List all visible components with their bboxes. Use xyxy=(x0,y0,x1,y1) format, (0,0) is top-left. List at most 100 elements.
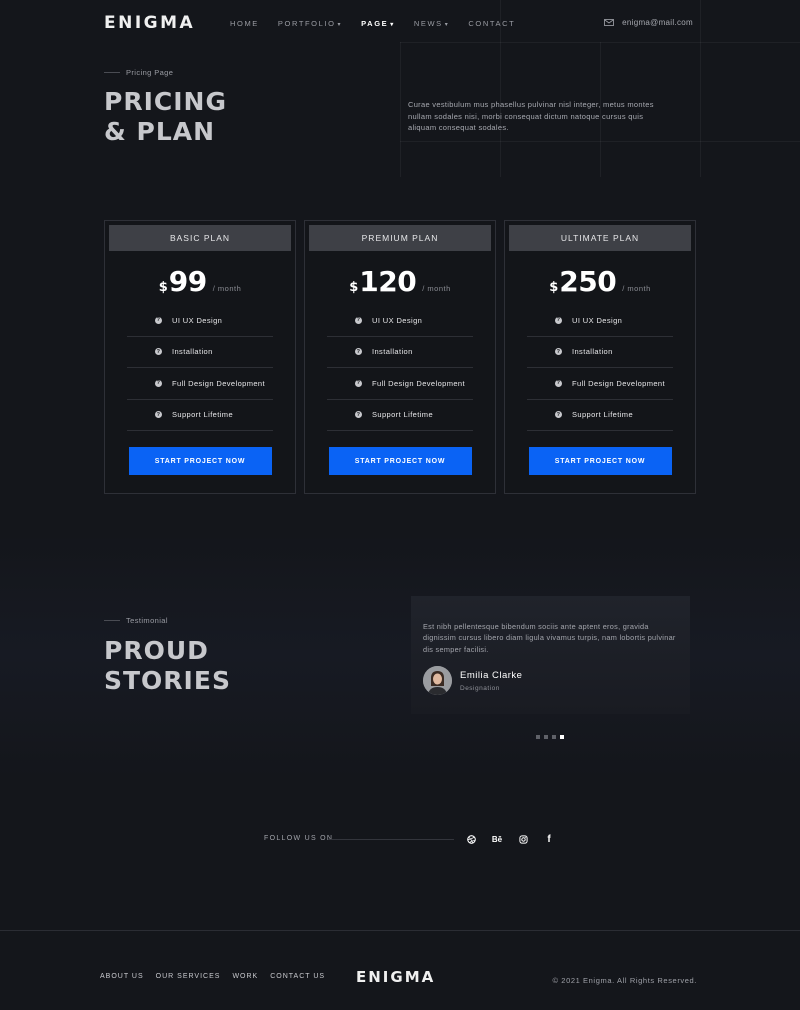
price-period: / month xyxy=(622,284,651,293)
slider-dot-active[interactable] xyxy=(560,735,564,739)
plan-name: BASIC PLAN xyxy=(109,225,291,251)
feature-item: ? Support Lifetime xyxy=(127,400,273,431)
copyright-text: © 2021 Enigma. All Rights Reserved. xyxy=(552,976,697,985)
slider-dot[interactable] xyxy=(536,735,540,739)
site-logo[interactable]: ENIGMA xyxy=(104,13,195,33)
grid-line xyxy=(700,0,701,177)
footer-logo[interactable]: ENIGMA xyxy=(356,968,435,986)
mail-icon xyxy=(604,19,615,26)
question-icon: ? xyxy=(555,379,562,387)
follow-label: FOLLOW US ON xyxy=(264,835,334,842)
feature-item: ? UI UX Design xyxy=(127,305,273,337)
behance-icon[interactable]: Bē xyxy=(490,832,504,846)
grid-line xyxy=(400,42,800,43)
slider-pagination xyxy=(536,735,564,739)
feature-item: ? UI UX Design xyxy=(327,305,473,337)
hero-description: Curae vestibulum mus phasellus pulvinar … xyxy=(408,100,654,132)
question-icon: ? xyxy=(155,379,162,387)
testimonial-card: Est nibh pellentesque bibendum sociis an… xyxy=(411,596,690,714)
price-currency: $ xyxy=(158,280,168,295)
start-project-button[interactable]: START PROJECT NOW xyxy=(128,447,272,475)
header-email-link[interactable]: enigma@mail.com xyxy=(604,18,693,27)
footer-link-work[interactable]: WORK xyxy=(232,973,258,980)
plan-price: $ 120 / month xyxy=(305,265,495,298)
question-icon: ? xyxy=(355,411,362,419)
start-project-button[interactable]: START PROJECT NOW xyxy=(328,447,472,475)
testimonial-role: Designation xyxy=(460,685,500,692)
eyebrow-dash xyxy=(104,620,120,621)
pricing-card-ultimate: ULTIMATE PLAN $ 250 / month ? UI UX Desig… xyxy=(504,220,696,494)
hero-eyebrow-text: Pricing Page xyxy=(126,68,174,77)
footer-divider xyxy=(0,930,800,931)
chevron-down-icon: ▾ xyxy=(390,22,395,28)
chevron-down-icon: ▾ xyxy=(337,22,343,28)
feature-list: ? UI UX Design ? Installation ? Full Design… xyxy=(527,305,673,431)
eyebrow-dash xyxy=(104,72,120,73)
question-icon: ? xyxy=(155,348,162,356)
grid-line xyxy=(400,141,800,142)
feature-item: ? Installation xyxy=(127,337,273,368)
pricing-card-basic: BASIC PLAN $ 99 / month ? UI UX Design ? I… xyxy=(104,220,296,494)
price-amount: 120 xyxy=(359,265,417,298)
question-icon: ? xyxy=(555,316,562,324)
chevron-down-icon: ▾ xyxy=(444,22,450,28)
footer-link-services[interactable]: OUR SERVICES xyxy=(156,973,221,980)
feature-item: ? Support Lifetime xyxy=(327,400,473,431)
nav-home[interactable]: HOME xyxy=(230,19,259,28)
price-period: / month xyxy=(422,284,451,293)
question-icon: ? xyxy=(355,348,362,356)
testimonial-eyebrow-text: Testimonial xyxy=(126,616,168,625)
question-icon: ? xyxy=(355,379,362,387)
feature-item: ? Installation xyxy=(527,337,673,368)
nav-portfolio[interactable]: PORTFOLIO ▾ xyxy=(278,19,342,28)
pricing-card-premium: PREMIUM PLAN $ 120 / month ? UI UX Design… xyxy=(304,220,496,494)
feature-list: ? UI UX Design ? Installation ? Full Design… xyxy=(327,305,473,431)
nav-contact[interactable]: CONTACT xyxy=(468,19,515,28)
testimonial-quote: Est nibh pellentesque bibendum sociis an… xyxy=(423,622,676,654)
dribbble-icon[interactable] xyxy=(464,832,478,846)
header-email-text: enigma@mail.com xyxy=(622,18,693,27)
footer-nav: ABOUT US OUR SERVICES WORK CONTACT US xyxy=(100,973,337,980)
feature-list: ? UI UX Design ? Installation ? Full Design… xyxy=(127,305,273,431)
price-amount: 99 xyxy=(168,265,207,298)
feature-item: ? Support Lifetime xyxy=(527,400,673,431)
question-icon: ? xyxy=(155,411,162,419)
price-amount: 250 xyxy=(559,265,617,298)
testimonial-title-line-2: STORIES xyxy=(104,666,231,695)
testimonial-title-line-1: PROUD xyxy=(104,636,209,665)
grid-line xyxy=(400,42,401,177)
follow-divider xyxy=(328,838,454,840)
testimonial-eyebrow: Testimonial xyxy=(104,616,168,625)
person-avatar-image xyxy=(423,666,452,695)
facebook-icon[interactable]: f xyxy=(542,832,556,846)
feature-item: ? Full Design Development xyxy=(527,368,673,400)
footer-link-contact[interactable]: CONTACT US xyxy=(270,973,325,980)
price-period: / month xyxy=(212,284,242,293)
question-icon: ? xyxy=(555,348,562,356)
footer-link-about[interactable]: ABOUT US xyxy=(100,973,144,980)
price-currency: $ xyxy=(549,280,559,295)
page-title: PRICING & PLAN xyxy=(104,87,227,146)
nav-page[interactable]: PAGE ▾ xyxy=(361,19,395,28)
feature-item: ? Installation xyxy=(327,337,473,368)
testimonial-name: Emilia Clarke xyxy=(460,670,523,681)
plan-price: $ 250 / month xyxy=(505,265,695,298)
testimonial-title: PROUD STORIES xyxy=(104,636,231,696)
plan-name: PREMIUM PLAN xyxy=(309,225,491,251)
main-nav: HOME PORTFOLIO ▾ PAGE ▾ NEWS ▾ CONTACT xyxy=(230,19,534,28)
plan-price: $ 99 / month xyxy=(105,265,295,298)
nav-news[interactable]: NEWS ▾ xyxy=(414,19,450,28)
feature-item: ? UI UX Design xyxy=(527,305,673,337)
feature-item: ? Full Design Development xyxy=(327,368,473,400)
slider-dot[interactable] xyxy=(544,735,548,739)
instagram-icon[interactable] xyxy=(516,832,530,846)
avatar xyxy=(423,666,452,695)
start-project-button[interactable]: START PROJECT NOW xyxy=(528,447,672,475)
plan-name: ULTIMATE PLAN xyxy=(509,225,691,251)
hero-eyebrow: Pricing Page xyxy=(104,68,173,77)
page-title-line-2: & PLAN xyxy=(104,116,216,146)
pricing-page: ENIGMA HOME PORTFOLIO ▾ PAGE ▾ NEWS ▾ CONTA… xyxy=(0,0,800,1010)
question-icon: ? xyxy=(355,316,362,324)
question-icon: ? xyxy=(555,411,562,419)
slider-dot[interactable] xyxy=(552,735,556,739)
